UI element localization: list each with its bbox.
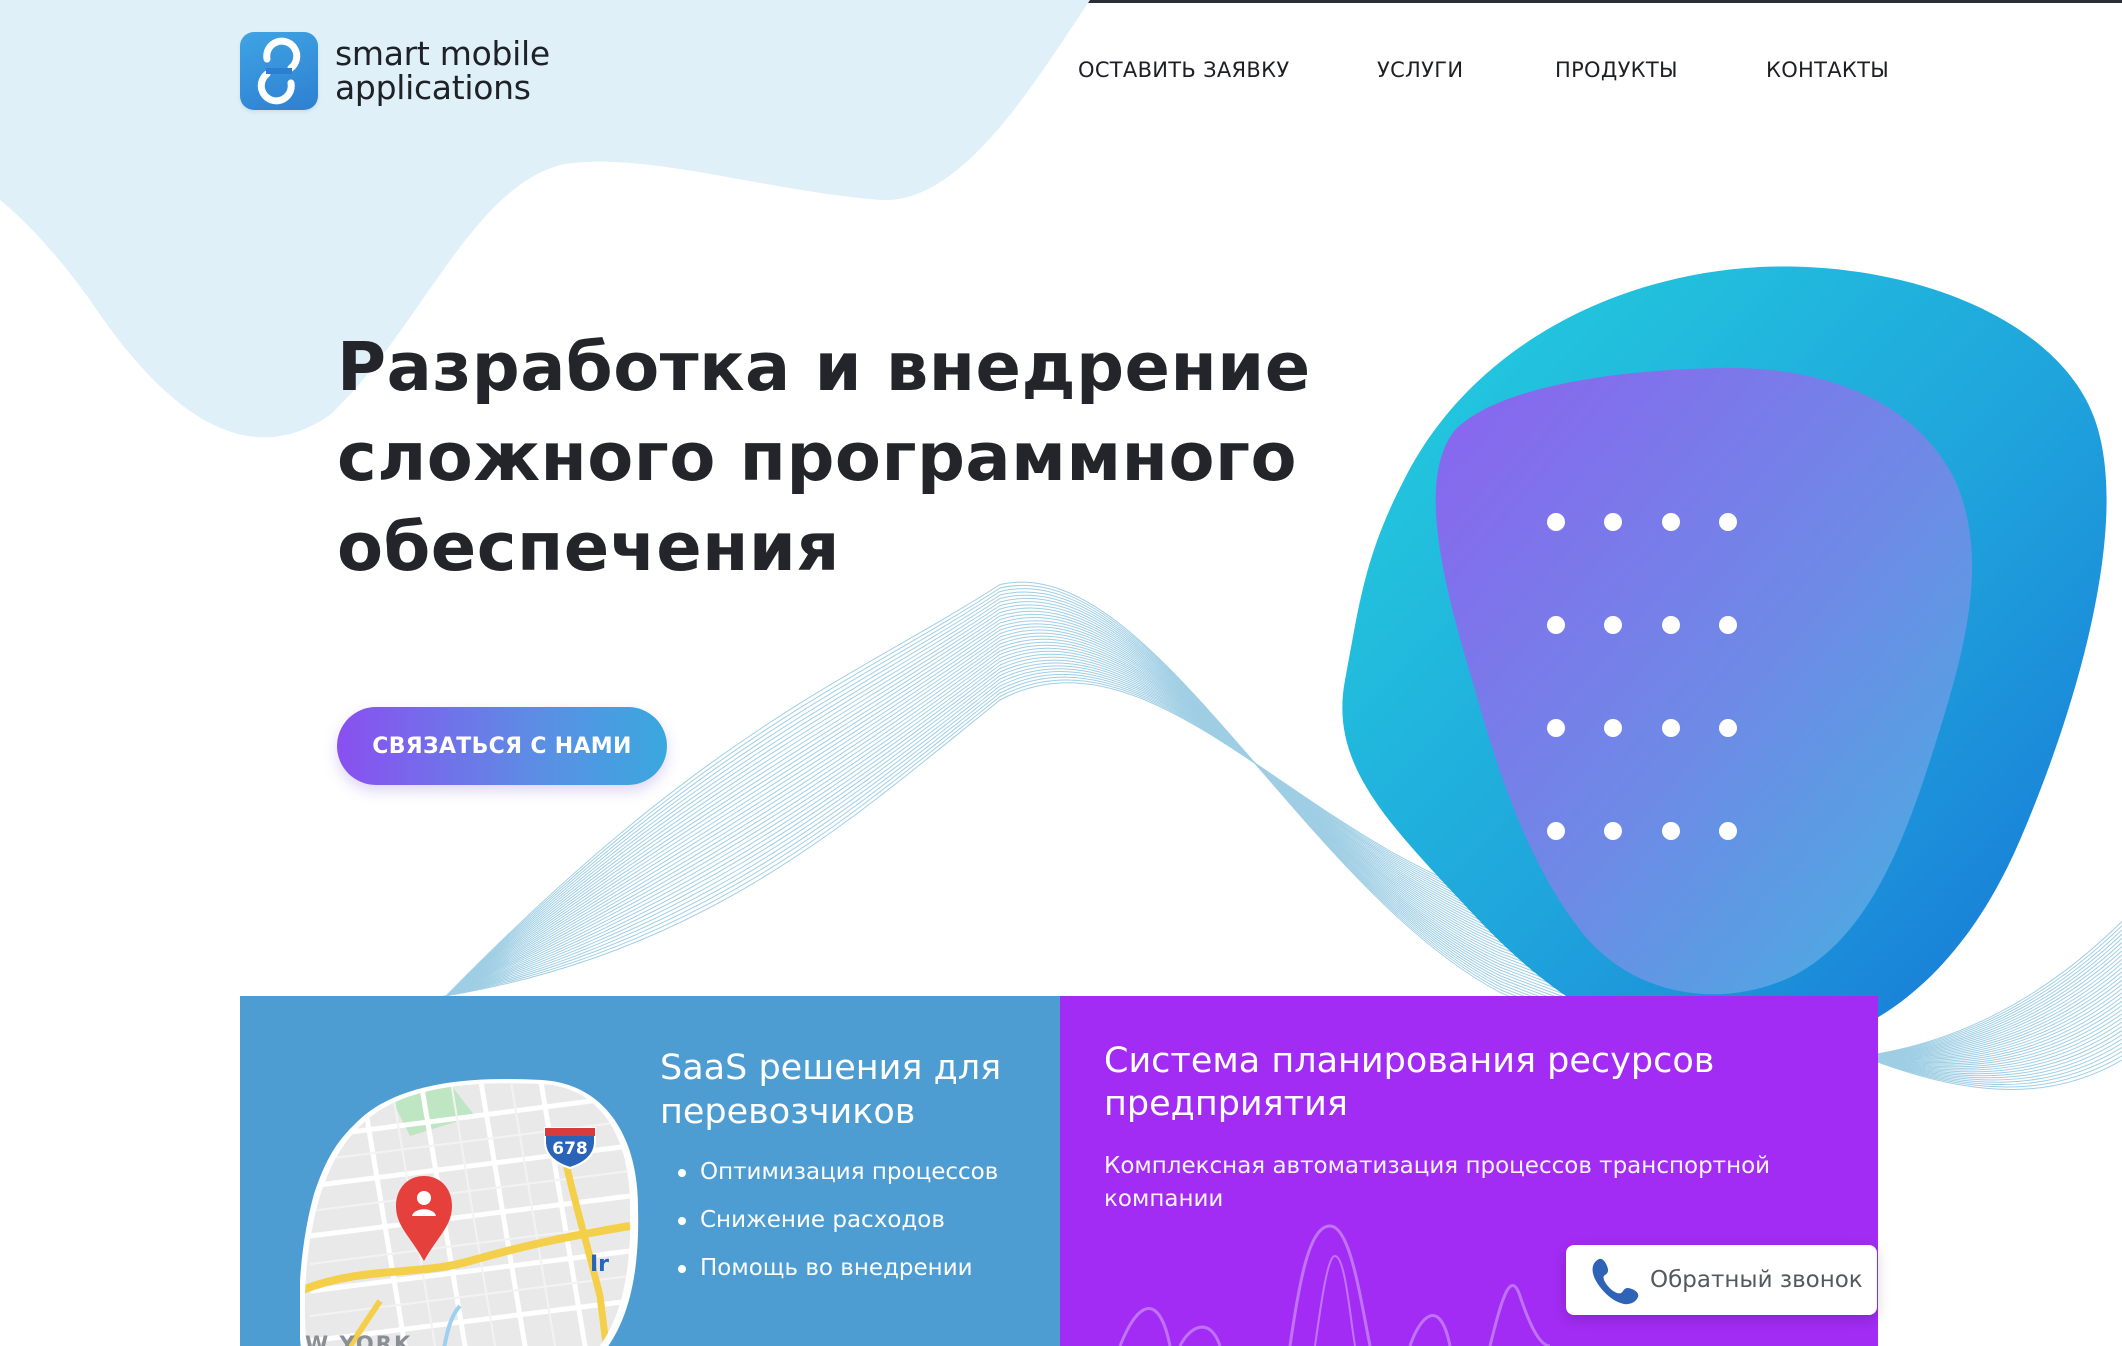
grid-dot [1604, 822, 1622, 840]
brand-logo[interactable]: smart mobile applications [240, 32, 550, 110]
hero-title-line: сложного программного [337, 418, 1298, 496]
list-item: Помощь во внедрении [677, 1250, 998, 1298]
grid-dot [1719, 822, 1737, 840]
grid-dot [1604, 513, 1622, 531]
nav-contacts[interactable]: КОНТАКТЫ [1766, 58, 1889, 82]
nav-services[interactable]: УСЛУГИ [1377, 58, 1463, 82]
saas-card-title-line: SaaS решения для [660, 1048, 1002, 1088]
nav-leave-request[interactable]: ОСТАВИТЬ ЗАЯВКУ [1078, 58, 1289, 82]
saas-benefits-list: Оптимизация процессов Снижение расходов … [677, 1154, 998, 1298]
hero-title: Разработка и внедрение сложного программ… [337, 322, 1337, 592]
brand-name: smart mobile applications [335, 37, 550, 105]
grid-dot [1547, 616, 1565, 634]
list-item: Снижение расходов [677, 1202, 998, 1250]
grid-dot [1719, 719, 1737, 737]
grid-dot [1719, 513, 1737, 531]
contact-us-button[interactable]: СВЯЗАТЬСЯ С НАМИ [337, 707, 667, 785]
nav-products[interactable]: ПРОДУКТЫ [1555, 58, 1678, 82]
smart-mobile-applications-logo-icon [240, 32, 318, 110]
svg-text:W YORK: W YORK [305, 1332, 412, 1346]
saas-card[interactable]: 678 W YORK Ir SaaS решения для перевозчи… [240, 996, 1060, 1346]
brand-name-line1: smart mobile [335, 34, 550, 73]
grid-dot [1604, 616, 1622, 634]
grid-dot [1662, 616, 1680, 634]
saas-card-title-line: перевозчиков [660, 1092, 916, 1132]
svg-text:Ir: Ir [590, 1252, 609, 1277]
grid-dot [1719, 616, 1737, 634]
erp-card-title-line: предприятия [1104, 1084, 1348, 1124]
grid-dot [1547, 719, 1565, 737]
erp-card-title: Система планирования ресурсов предприяти… [1104, 1040, 1824, 1126]
hero-title-line: обеспечения [337, 508, 840, 586]
brand-name-line2: applications [335, 68, 531, 107]
grid-dot [1662, 719, 1680, 737]
grid-dot [1604, 719, 1622, 737]
erp-card-title-line: Система планирования ресурсов [1104, 1041, 1715, 1081]
grid-dot [1547, 513, 1565, 531]
callback-widget[interactable]: Обратный звонок [1566, 1245, 1877, 1315]
grid-dot [1662, 513, 1680, 531]
callback-label: Обратный звонок [1650, 1267, 1863, 1293]
phone-icon [1586, 1253, 1640, 1307]
hero-title-line: Разработка и внедрение [337, 328, 1311, 406]
grid-dot [1662, 822, 1680, 840]
erp-card-description: Комплексная автоматизация процессов тран… [1104, 1153, 1771, 1212]
svg-text:678: 678 [552, 1139, 588, 1159]
grid-dot [1547, 822, 1565, 840]
saas-card-title: SaaS решения для перевозчиков [660, 1046, 1001, 1134]
list-item: Оптимизация процессов [677, 1154, 998, 1202]
map-illustration: 678 W YORK Ir [300, 1078, 639, 1346]
